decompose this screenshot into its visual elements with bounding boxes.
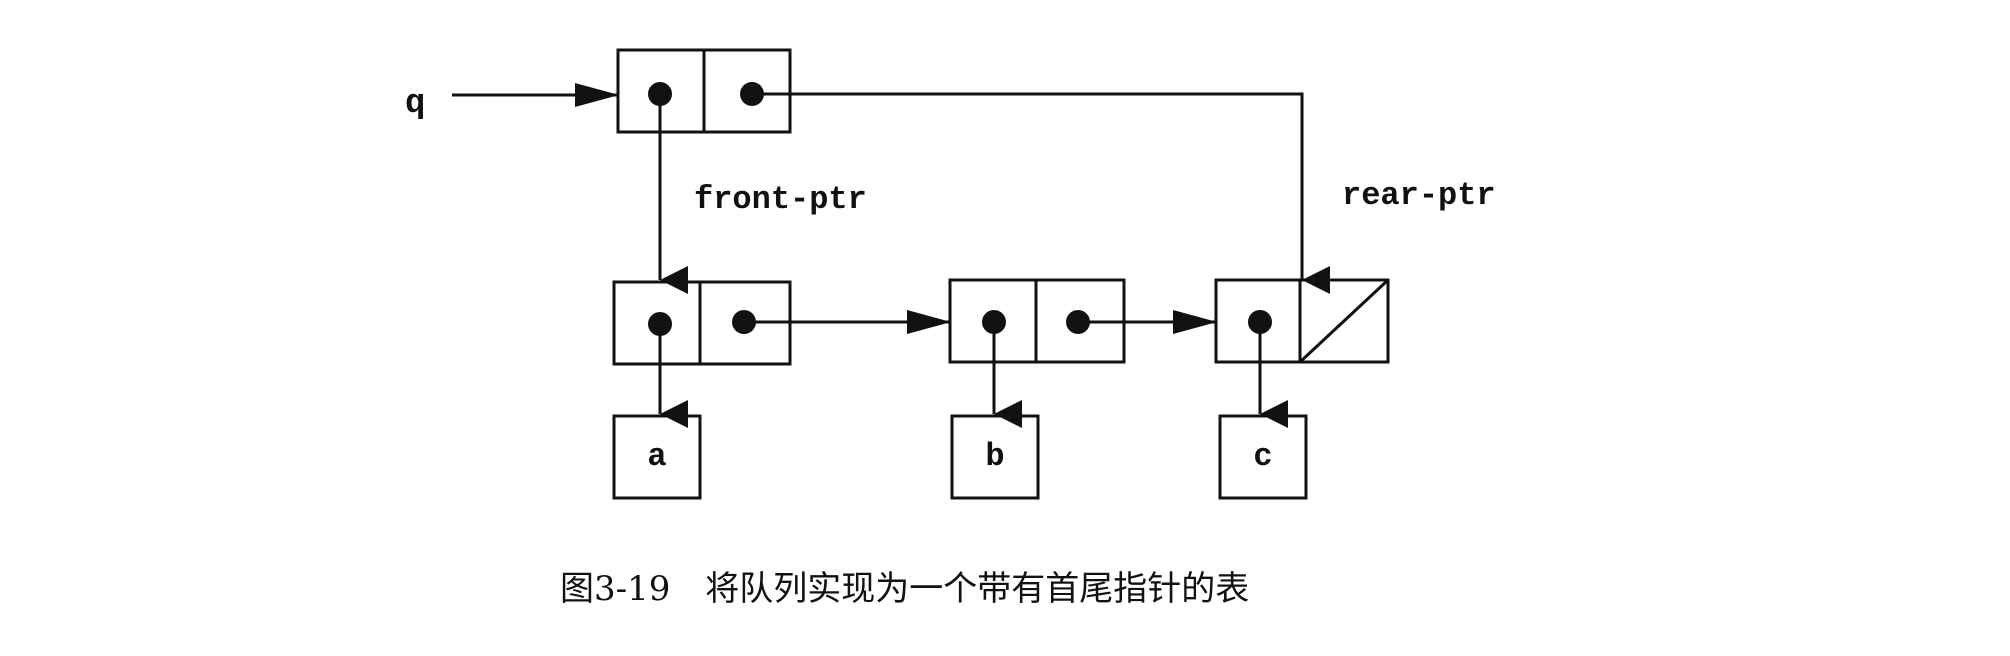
queue-diagram: q front-ptr rear-ptr a b c 图3-19 将队列实现为一… [405, 48, 1496, 609]
value-b: b [985, 438, 1004, 475]
figure-number: 图3-19 [560, 569, 670, 609]
list-pair-3 [1214, 278, 1390, 364]
null-pointer-slash [1298, 278, 1390, 364]
value-c: c [1253, 438, 1272, 475]
value-box-a: a [612, 414, 702, 500]
value-box-b: b [950, 414, 1040, 500]
value-a: a [647, 438, 666, 475]
rear-ptr-label: rear-ptr [1342, 177, 1496, 214]
figure-title: 将队列实现为一个带有首尾指针的表 [705, 569, 1249, 609]
q-label: q [405, 85, 425, 123]
queue-pair [616, 48, 792, 134]
figure-caption: 图3-19 将队列实现为一个带有首尾指针的表 [560, 569, 1249, 609]
front-ptr-label: front-ptr [694, 181, 867, 218]
value-box-c: c [1218, 414, 1308, 500]
